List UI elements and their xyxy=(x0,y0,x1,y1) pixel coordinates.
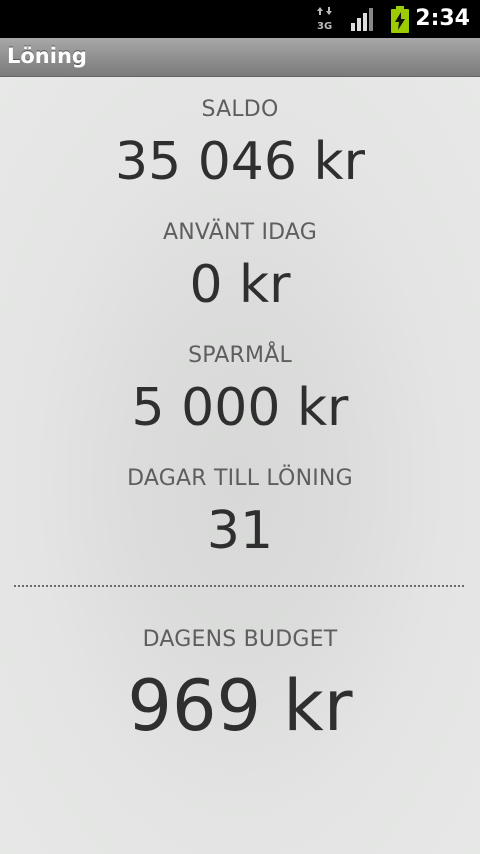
status-bar: 3G 2:34 xyxy=(0,0,480,38)
savings-goal-value: 5 000 kr xyxy=(131,378,349,438)
days-to-payday-value: 31 xyxy=(206,501,274,561)
main-content: SALDO 35 046 kr ANVÄNT IDAG 0 kr SPARMÅL… xyxy=(0,77,480,854)
network-type-label: 3G xyxy=(317,21,332,32)
savings-goal-label: SPARMÅL xyxy=(188,343,292,368)
network-3g-icon: 3G xyxy=(317,7,332,32)
days-to-payday-label: DAGAR TILL LÖNING xyxy=(127,466,353,491)
app-title-bar: Löning xyxy=(0,38,480,77)
daily-budget-value: 969 kr xyxy=(127,665,353,747)
dotted-divider xyxy=(14,585,464,587)
daily-budget-label: DAGENS BUDGET xyxy=(142,627,338,652)
balance-label: SALDO xyxy=(201,97,279,122)
spent-today-label: ANVÄNT IDAG xyxy=(162,220,318,245)
status-clock: 2:34 xyxy=(415,6,470,31)
battery-charging-icon xyxy=(391,6,409,33)
balance-value: 35 046 kr xyxy=(115,132,365,192)
app-title: Löning xyxy=(7,44,87,68)
signal-strength-icon xyxy=(351,8,373,31)
spent-today-value: 0 kr xyxy=(189,255,291,315)
